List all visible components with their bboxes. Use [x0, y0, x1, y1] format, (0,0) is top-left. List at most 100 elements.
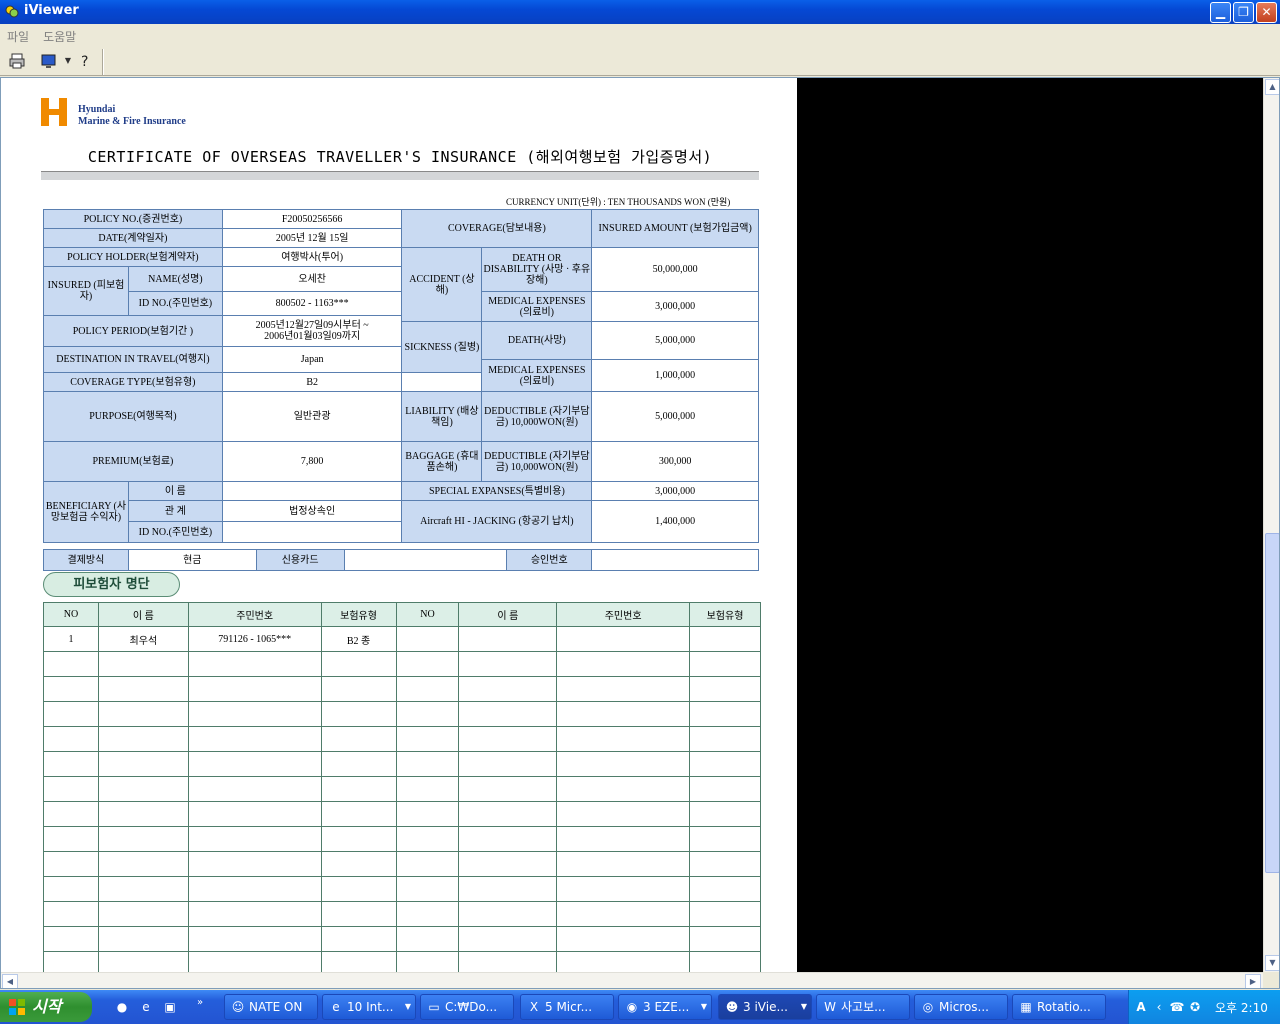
table-cell [395, 626, 460, 652]
table-cell [458, 926, 558, 952]
toolbar: ▼ ? [0, 46, 1280, 76]
svg-text:?: ? [81, 54, 88, 70]
table-cell [97, 726, 189, 752]
table-cell [43, 876, 99, 902]
taskbar-task-button[interactable]: W 사고보... [816, 994, 910, 1020]
table-cell [689, 826, 761, 852]
tray-network-icon[interactable]: ☎ [1169, 999, 1185, 1015]
table-cell [187, 926, 322, 952]
monitor-icon[interactable] [40, 52, 58, 70]
table-cell [395, 726, 460, 752]
document-page: Hyundai Marine & Fire Insurance CERTIFIC… [1, 78, 797, 977]
table-cell [458, 726, 558, 752]
iviewer-icon: ☻ [725, 1000, 739, 1014]
taskbar-task-button[interactable]: ☻ 3 iVie... ▼ [718, 994, 812, 1020]
logo-line1: Hyundai [78, 104, 116, 115]
logo-line2: Marine & Fire Insurance [78, 116, 186, 127]
beneficiary-relation: 법정상속인 [221, 500, 403, 522]
insured-list-header: NO 이 름 주민번호 보험유형 NO 이 름 주민번호 보험유형 [43, 602, 761, 627]
taskbar-task-button[interactable]: ▦ Rotatio... [1012, 994, 1106, 1020]
special-expenses-amount: 3,000,000 [591, 481, 759, 501]
taskbar-task-button[interactable]: ◉ 3 EZE... ▼ [618, 994, 712, 1020]
baggage-label: BAGGAGE (휴대품손해) [401, 441, 483, 482]
toolbar-separator [102, 49, 104, 75]
taskbar-task-button[interactable]: X 5 Micr... [520, 994, 614, 1020]
quicklaunch-ie-icon[interactable]: e [138, 999, 154, 1015]
vertical-scrollbar[interactable]: ▲ ▼ [1263, 78, 1279, 972]
table-cell [395, 701, 460, 727]
close-button[interactable]: ✕ [1256, 2, 1277, 23]
liability-deductible-label: DEDUCTIBLE (자기부담금) 10,000WON(원) [481, 391, 593, 442]
ime-indicator[interactable]: A [1133, 999, 1149, 1015]
tray-update-icon[interactable]: ✪ [1187, 999, 1203, 1015]
taskbar-task-button[interactable]: ☺ NATE ON [224, 994, 318, 1020]
table-cell [689, 926, 761, 952]
purpose-label: PURPOSE(여행목적) [43, 391, 223, 442]
menu-file[interactable]: 파일 [0, 24, 36, 45]
table-cell [556, 751, 691, 777]
payment-method-label: 결제방식 [43, 549, 129, 571]
restore-button[interactable]: ❐ [1233, 2, 1254, 23]
table-cell [689, 701, 761, 727]
taskbar-task-button[interactable]: ◎ Micros... [914, 994, 1008, 1020]
quicklaunch-messenger-icon[interactable]: ● [114, 999, 130, 1015]
taskbar-task-button[interactable]: e 10 Int... ▼ [322, 994, 416, 1020]
list-header-cell: NO [43, 602, 99, 627]
table-cell [556, 826, 691, 852]
beneficiary-id [221, 521, 403, 543]
scroll-thumb[interactable] [1265, 533, 1279, 873]
taskbar-task-label: 3 iVie... [743, 1000, 788, 1014]
view-dropdown-icon[interactable]: ▼ [59, 52, 77, 70]
table-row [43, 826, 761, 852]
scroll-right-arrow-icon[interactable]: ▶ [1245, 974, 1261, 988]
table-cell [43, 801, 99, 827]
horizontal-scrollbar[interactable]: ◀ ▶ [1, 972, 1263, 988]
table-cell [320, 801, 397, 827]
taskbar-task-label: NATE ON [249, 1000, 303, 1014]
scroll-left-arrow-icon[interactable]: ◀ [2, 974, 18, 988]
table-cell [97, 751, 189, 777]
table-cell [395, 751, 460, 777]
table-cell [395, 826, 460, 852]
destination: Japan [221, 346, 403, 373]
table-cell [320, 876, 397, 902]
liability-amount: 5,000,000 [591, 391, 759, 442]
menu-help[interactable]: 도움말 [36, 24, 83, 45]
table-cell [395, 651, 460, 677]
accident-medical-amount: 3,000,000 [591, 291, 759, 322]
table-cell [187, 901, 322, 927]
table-cell [187, 751, 322, 777]
printer-icon[interactable] [8, 52, 26, 70]
list-header-cell: 이 름 [97, 602, 189, 627]
table-cell [689, 751, 761, 777]
help-icon[interactable]: ? [76, 52, 94, 70]
table-cell [43, 901, 99, 927]
table-row [43, 751, 761, 777]
table-cell [458, 826, 558, 852]
sickness-medical-label: MEDICAL EXPENSES (의료비) [481, 359, 593, 392]
table-cell: B2 종 [320, 626, 397, 652]
tray-back-icon[interactable]: ‹ [1151, 999, 1167, 1015]
table-cell: 791126 - 1065*** [187, 626, 322, 652]
scroll-down-arrow-icon[interactable]: ▼ [1265, 955, 1279, 971]
baggage-amount: 300,000 [591, 441, 759, 482]
window-titlebar[interactable]: iViewer ▁ ❐ ✕ [0, 0, 1280, 24]
sickness-death-label: DEATH(사망) [481, 321, 593, 360]
taskbar-task-button[interactable]: ▭ C:₩Do... [420, 994, 514, 1020]
period-end: 2006년01월03일09까지 [264, 331, 361, 342]
taskbar-task-label: 10 Int... [347, 1000, 394, 1014]
table-cell [97, 801, 189, 827]
taskbar-task-label: Micros... [939, 1000, 989, 1014]
certificate-title: CERTIFICATE OF OVERSEAS TRAVELLER'S INSU… [87, 148, 713, 166]
minimize-button[interactable]: ▁ [1210, 2, 1231, 23]
quicklaunch-desktop-icon[interactable]: ▣ [162, 999, 178, 1015]
table-cell [689, 726, 761, 752]
sickness-medical-amount: 1,000,000 [591, 359, 759, 392]
scroll-up-arrow-icon[interactable]: ▲ [1265, 79, 1279, 95]
policy-holder-label: POLICY HOLDER(보험계약자) [43, 247, 223, 267]
quicklaunch-more-icon[interactable]: » [192, 995, 208, 1011]
id-label: ID NO.(주민번호) [127, 291, 223, 316]
sickness-label: SICKNESS (질병) [401, 321, 483, 373]
start-button[interactable]: 시작 [0, 992, 92, 1022]
word-icon: W [824, 1000, 836, 1014]
